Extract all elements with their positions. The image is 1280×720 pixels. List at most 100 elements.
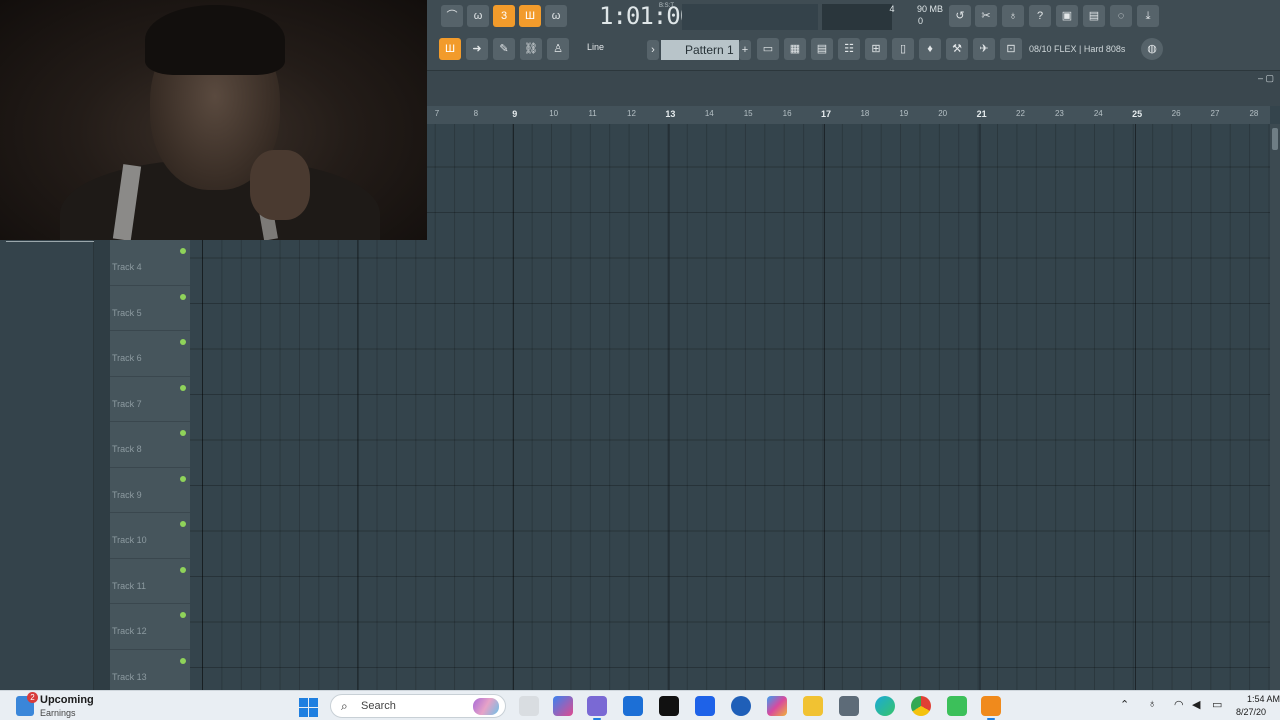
ruler-tick: 8	[473, 109, 479, 118]
arrow-icon[interactable]: ➜	[466, 38, 488, 60]
video-icon[interactable]: ✈	[973, 38, 995, 60]
dropbox-icon[interactable]	[695, 696, 715, 716]
undo-icon[interactable]: ↺	[949, 5, 971, 27]
teams-icon[interactable]	[587, 696, 607, 720]
news-subtitle[interactable]: Earnings	[40, 708, 76, 718]
taskbar-date[interactable]: 8/27/20	[1236, 707, 1280, 717]
countdown-button[interactable]: 3	[493, 5, 515, 27]
browser-tree-icon[interactable]: ⊞	[865, 38, 887, 60]
chevron-up-icon[interactable]: ⌃	[1120, 698, 1129, 711]
track-name: Track 4	[112, 262, 142, 272]
fl-studio-icon[interactable]	[981, 696, 1001, 720]
outlook-icon[interactable]	[623, 696, 643, 716]
track-header[interactable]: Track 8	[110, 422, 190, 468]
gaming-icon[interactable]	[947, 696, 967, 716]
download-icon[interactable]: ⤓	[1137, 5, 1159, 27]
track-header-list: Track 4 Track 5 Track 6 Track 7 Track 8 Track…	[110, 240, 190, 695]
memory-display: 4 90 MB	[847, 4, 943, 14]
window-controls[interactable]: – ▢	[1258, 73, 1274, 84]
amazon-icon[interactable]	[659, 696, 679, 716]
snap-select[interactable]: Line	[587, 42, 604, 52]
track-header[interactable]: Track 7	[110, 377, 190, 422]
taskbar-clock[interactable]: 1:54 AM	[1236, 694, 1280, 704]
tempo-icon[interactable]: ⌒	[441, 5, 463, 27]
brush-icon[interactable]: ✎	[493, 38, 515, 60]
volume-icon[interactable]: ◀	[1192, 698, 1200, 711]
search-placeholder: Search	[361, 700, 396, 712]
cpu-value: 4	[889, 4, 895, 14]
track-header[interactable]: Track 5	[110, 286, 190, 331]
ruler-tick: 14	[704, 109, 714, 118]
hint-bar: 08/10 FLEX | Hard 808s	[1029, 44, 1126, 54]
track-enable-led[interactable]	[180, 339, 186, 345]
chrome-icon[interactable]	[911, 696, 931, 716]
browser-panel[interactable]	[0, 240, 94, 690]
news-badge: 2	[27, 692, 38, 703]
track-header[interactable]: Track 6	[110, 331, 190, 377]
wait-icon[interactable]: ω	[467, 5, 489, 27]
copilot-icon[interactable]	[553, 696, 573, 716]
export-icon[interactable]: ▤	[1083, 5, 1105, 27]
piano-roll-icon[interactable]: ▦	[784, 38, 806, 60]
channel-rack-icon[interactable]: ▤	[811, 38, 833, 60]
track-header[interactable]: Track 12	[110, 604, 190, 650]
track-header[interactable]: Track 11	[110, 559, 190, 604]
plugin-icon[interactable]: ♦	[919, 38, 941, 60]
add-pattern-button[interactable]: +	[739, 40, 751, 60]
track-enable-led[interactable]	[180, 657, 186, 664]
ruler-tick: 9	[512, 109, 518, 119]
track-enable-led[interactable]	[180, 475, 186, 482]
link-icon[interactable]: ⛓	[520, 38, 542, 60]
track-enable-led[interactable]	[180, 521, 186, 527]
master-volume-area[interactable]	[682, 4, 818, 30]
track-name: Track 6	[112, 353, 142, 363]
wifi-icon[interactable]: ◠	[1174, 698, 1184, 711]
typing-keyboard-icon[interactable]: ω	[545, 5, 567, 27]
track-header[interactable]: Track 13	[110, 650, 190, 695]
track-header[interactable]: Track 10	[110, 513, 190, 559]
taskbar-search[interactable]: ⌕ Search	[330, 694, 506, 718]
save-icon[interactable]: ▣	[1056, 5, 1078, 27]
hp-icon[interactable]	[731, 696, 751, 716]
timeline-ruler[interactable]: 7 8 9 10 11 12 13 14 15 16 17 18 19 20 21 22 23 24 25 26 27 2…	[427, 106, 1270, 124]
microphone-tray-icon[interactable]: ♁	[1148, 698, 1156, 710]
ruler-tick: 10	[549, 109, 559, 118]
help-icon[interactable]: ?	[1029, 5, 1051, 27]
metronome-button[interactable]: Ш	[519, 5, 541, 27]
polyphony-value: 0	[917, 16, 923, 26]
edge-icon[interactable]	[875, 696, 895, 716]
globe-icon[interactable]: ◍	[1141, 38, 1163, 60]
pattern-prev-icon[interactable]: ›	[647, 40, 659, 60]
track-enable-led[interactable]	[180, 430, 186, 436]
project-icon[interactable]: ▯	[892, 38, 914, 60]
file-explorer-icon[interactable]	[803, 696, 823, 716]
track-enable-led[interactable]	[180, 612, 186, 618]
ruler-tick: 20	[938, 109, 948, 118]
track-header[interactable]: Track 9	[110, 468, 190, 513]
playlist-window-icon[interactable]: ▭	[757, 38, 779, 60]
track-enable-led[interactable]	[180, 293, 186, 300]
m365-icon[interactable]	[767, 696, 787, 716]
pattern-selector[interactable]: Pattern 1	[661, 40, 739, 60]
stamp-icon[interactable]: ♙	[547, 38, 569, 60]
tools-icon[interactable]: ⚒	[946, 38, 968, 60]
microphone-icon[interactable]: ♁	[1002, 5, 1024, 27]
scroll-thumb[interactable]	[1272, 128, 1278, 150]
news-title[interactable]: Upcoming	[40, 694, 94, 706]
track-header[interactable]: Track 4	[110, 240, 190, 286]
track-enable-led[interactable]	[180, 248, 186, 254]
shop-icon[interactable]: ⊡	[1000, 38, 1022, 60]
track-enable-led[interactable]	[180, 384, 186, 391]
chat-icon[interactable]: ◌	[1110, 5, 1132, 27]
cut-icon[interactable]: ✂	[975, 5, 997, 27]
store-icon[interactable]	[839, 696, 859, 716]
ruler-tick: 22	[1016, 109, 1025, 118]
track-enable-led[interactable]	[180, 566, 186, 573]
vertical-scrollbar[interactable]	[1270, 124, 1280, 690]
mixer-icon[interactable]: ☷	[838, 38, 860, 60]
playlist-snap-icon[interactable]: Ш	[439, 38, 461, 60]
battery-icon[interactable]: ▭	[1212, 698, 1222, 711]
start-button[interactable]	[299, 698, 318, 717]
task-view-icon[interactable]	[519, 696, 539, 716]
ruler-tick: 7	[434, 109, 440, 118]
